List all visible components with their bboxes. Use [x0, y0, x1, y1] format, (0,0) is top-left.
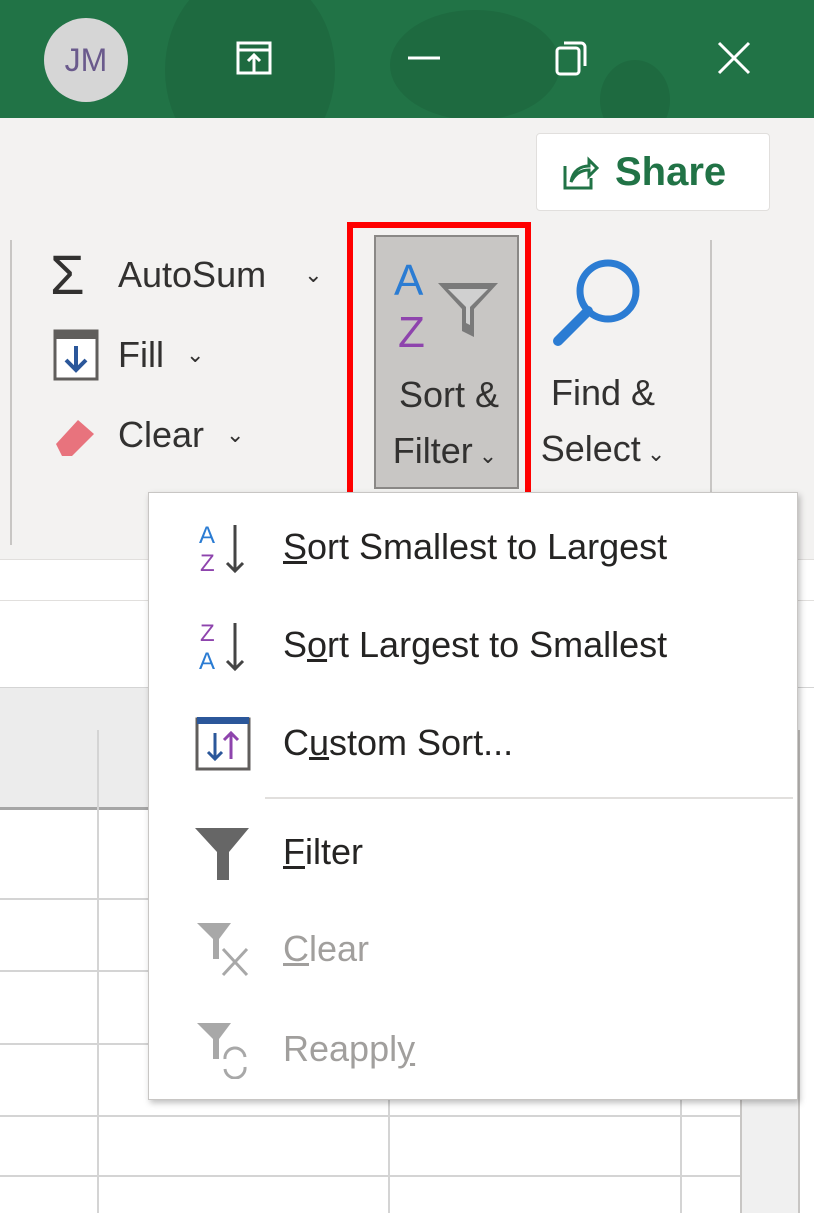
clear-label: Clear	[118, 414, 205, 455]
svg-text:Z: Z	[200, 620, 215, 647]
menu-item-label: Filter	[283, 831, 364, 872]
fill-down-icon	[53, 329, 99, 381]
avatar[interactable]: JM	[44, 18, 128, 102]
ribbon-divider	[10, 240, 12, 545]
fill-button[interactable]: Fill ⌄	[50, 328, 204, 382]
svg-text:A: A	[199, 648, 215, 675]
ribbon-display-options-button[interactable]	[214, 20, 294, 96]
clear-filter-icon	[193, 919, 253, 979]
find-select-label: Find &	[550, 372, 656, 413]
menu-item-label: Reapply	[283, 1028, 416, 1069]
close-button[interactable]	[694, 20, 774, 96]
sort-a-to-z-icon: AZ	[193, 517, 253, 577]
menu-item-sort-smallest-to-largest[interactable]: AZ Sort Smallest to Largest	[149, 499, 797, 595]
menu-item-sort-largest-to-smallest[interactable]: ZA Sort Largest to Smallest	[149, 597, 797, 693]
menu-item-custom-sort[interactable]: Custom Sort...	[149, 695, 797, 791]
find-select-button[interactable]: Find & Select ⌄	[528, 235, 673, 489]
close-icon	[717, 41, 751, 75]
restore-button[interactable]	[532, 20, 612, 96]
chevron-down-icon: ⌄	[304, 262, 323, 287]
clear-button[interactable]: Clear ⌄	[50, 410, 244, 460]
menu-item-filter[interactable]: Filter	[149, 804, 797, 900]
filter-icon	[193, 822, 253, 882]
menu-item-label: Sort Largest to Smallest	[283, 624, 668, 665]
share-icon	[563, 156, 600, 190]
reapply-filter-icon	[193, 1019, 253, 1079]
grid-line	[0, 1175, 740, 1177]
share-button[interactable]: Share	[536, 133, 770, 211]
minimize-button[interactable]	[384, 20, 464, 96]
svg-text:A: A	[199, 522, 215, 549]
sort-z-to-a-icon: ZA	[193, 615, 253, 675]
highlight-box	[347, 222, 531, 519]
restore-icon	[555, 41, 587, 76]
grid-line	[0, 1115, 740, 1117]
menu-item-label: Sort Smallest to Largest	[283, 526, 668, 567]
ribbon-display-icon	[236, 41, 272, 75]
magnifier-icon	[553, 259, 640, 346]
menu-item-label: Custom Sort...	[283, 722, 514, 763]
chevron-down-icon: ⌄	[185, 342, 205, 367]
autosum-button[interactable]: Σ AutoSum ⌄	[50, 243, 323, 306]
sigma-icon: Σ	[50, 243, 85, 306]
autosum-label: AutoSum	[118, 254, 267, 295]
chevron-down-icon: ⌄	[646, 441, 666, 466]
menu-item-clear-filter[interactable]: Clear	[149, 901, 797, 997]
find-select-label: Select	[540, 428, 641, 469]
chevron-down-icon: ⌄	[226, 422, 245, 447]
title-bar: JM	[0, 0, 814, 118]
sort-filter-menu: AZ Sort Smallest to Largest ZA Sort Larg…	[148, 492, 798, 1100]
minimize-icon	[408, 56, 440, 60]
share-label: Share	[615, 149, 727, 194]
menu-separator	[265, 797, 793, 799]
avatar-initials: JM	[64, 41, 108, 78]
svg-text:Z: Z	[200, 550, 215, 577]
menu-item-label: Clear	[283, 928, 370, 969]
eraser-icon	[56, 420, 94, 456]
fill-label: Fill	[118, 334, 164, 375]
menu-item-reapply[interactable]: Reapply	[149, 1001, 797, 1097]
custom-sort-icon	[193, 713, 253, 773]
